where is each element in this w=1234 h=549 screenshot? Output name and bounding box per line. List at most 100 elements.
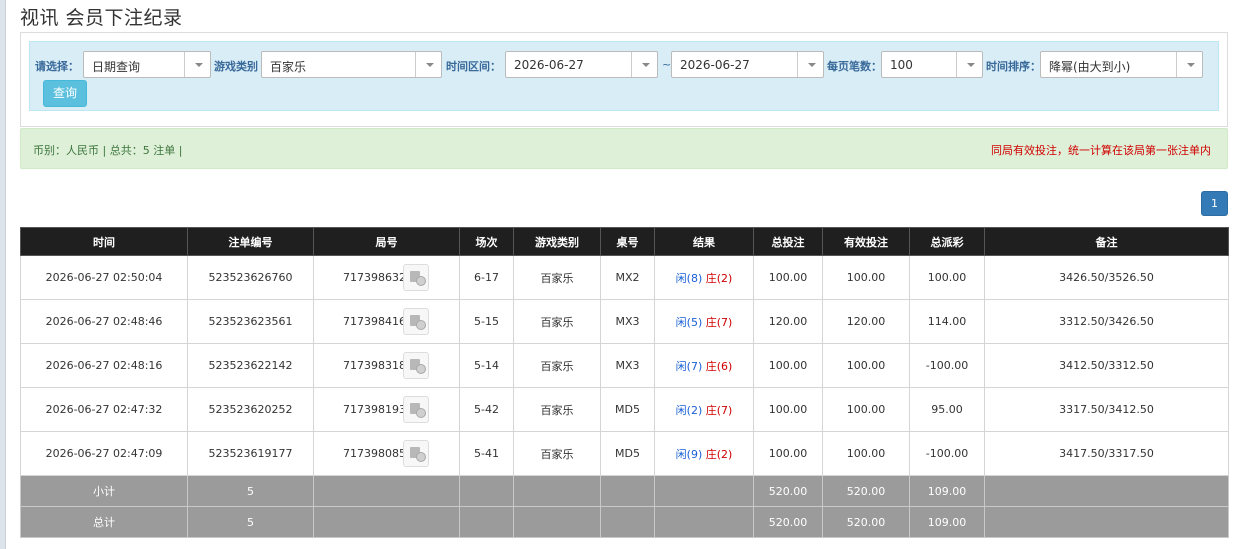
game-type: 百家乐 bbox=[513, 387, 601, 432]
round-cell: 717398318 bbox=[313, 343, 460, 388]
per-page-value: 100 bbox=[890, 58, 913, 72]
subtotal-count: 5 bbox=[187, 475, 314, 507]
bet-time: 2026-06-27 02:50:04 bbox=[20, 255, 188, 300]
remark: 3426.50/3526.50 bbox=[984, 255, 1229, 300]
col-header: 结果 bbox=[654, 227, 754, 256]
remark: 3312.50/3426.50 bbox=[984, 299, 1229, 344]
payout: -100.00 bbox=[909, 343, 985, 388]
result-player: 闲(7) bbox=[675, 359, 703, 373]
video-replay-icon[interactable] bbox=[403, 352, 429, 379]
result-banker: 庄(2) bbox=[705, 447, 733, 461]
subtotal-row: 小计 5 520.00 520.00 109.00 bbox=[20, 475, 1229, 507]
date-from-value: 2026-06-27 bbox=[514, 58, 584, 72]
bet-id: 523523623561 bbox=[187, 299, 314, 344]
result-banker: 庄(6) bbox=[705, 359, 733, 373]
round-number: 717398085 bbox=[343, 447, 406, 460]
col-header: 总派彩 bbox=[909, 227, 985, 256]
game-type-select[interactable]: 百家乐 bbox=[261, 51, 442, 78]
query-mode-select[interactable]: 日期查询 bbox=[83, 51, 211, 78]
subtotal-label: 小计 bbox=[20, 475, 188, 507]
table-row: 2026-06-27 02:48:46 523523623561 717398416… bbox=[20, 299, 1229, 344]
game-type-value: 百家乐 bbox=[270, 60, 307, 74]
result: 闲(9) 庄(2) bbox=[654, 431, 754, 476]
round-cell: 717398193 bbox=[313, 387, 460, 432]
grandtotal-valid-bet: 520.00 bbox=[822, 506, 910, 538]
table-number: MD5 bbox=[600, 431, 655, 476]
remark: 3317.50/3412.50 bbox=[984, 387, 1229, 432]
session: 5-14 bbox=[459, 343, 514, 388]
col-header: 局号 bbox=[313, 227, 460, 256]
payout: 95.00 bbox=[909, 387, 985, 432]
col-header: 游戏类别 bbox=[513, 227, 601, 256]
game-type: 百家乐 bbox=[513, 299, 601, 344]
session: 5-42 bbox=[459, 387, 514, 432]
result-player: 闲(2) bbox=[675, 403, 703, 417]
left-frame-strip bbox=[0, 0, 6, 549]
col-header: 场次 bbox=[459, 227, 514, 256]
payout: -100.00 bbox=[909, 431, 985, 476]
per-page-select[interactable]: 100 bbox=[881, 51, 983, 78]
round-number: 717398416 bbox=[343, 315, 406, 328]
bet-id: 523523620252 bbox=[187, 387, 314, 432]
filter-panel: 请选择： 日期查询 游戏类别 百家乐 时间区间： 2026-06-27 ~ 20… bbox=[20, 32, 1228, 127]
col-header: 桌号 bbox=[600, 227, 655, 256]
col-header: 备注 bbox=[984, 227, 1229, 256]
page-title: 视讯 会员下注纪录 bbox=[20, 7, 183, 29]
round-number: 717398318 bbox=[343, 359, 406, 372]
query-button[interactable]: 查询 bbox=[43, 80, 87, 107]
select-label: 请选择： bbox=[35, 60, 79, 73]
game-type: 百家乐 bbox=[513, 255, 601, 300]
video-replay-icon[interactable] bbox=[403, 440, 429, 467]
result: 闲(7) 庄(6) bbox=[654, 343, 754, 388]
bet-id: 523523619177 bbox=[187, 431, 314, 476]
session: 6-17 bbox=[459, 255, 514, 300]
table-row: 2026-06-27 02:47:32 523523620252 717398193… bbox=[20, 387, 1229, 432]
pagination-page-1[interactable]: 1 bbox=[1201, 191, 1228, 216]
valid-bet-notice: 同局有效投注，统一计算在该局第一张注单内 bbox=[991, 144, 1211, 157]
valid-bet: 100.00 bbox=[822, 387, 910, 432]
total-bet: 100.00 bbox=[753, 343, 823, 388]
date-from-select[interactable]: 2026-06-27 bbox=[505, 51, 658, 78]
round-number: 717398193 bbox=[343, 403, 406, 416]
payout: 100.00 bbox=[909, 255, 985, 300]
round-cell: 717398416 bbox=[313, 299, 460, 344]
subtotal-payout: 109.00 bbox=[909, 475, 985, 507]
game-type-label: 游戏类别 bbox=[214, 60, 258, 73]
chevron-down-icon bbox=[956, 52, 982, 77]
valid-bet: 120.00 bbox=[822, 299, 910, 344]
bet-id: 523523626760 bbox=[187, 255, 314, 300]
round-cell: 717398085 bbox=[313, 431, 460, 476]
result-player: 闲(9) bbox=[675, 447, 703, 461]
currency-summary: 币别：人民币 | 总共：5 注单 | bbox=[33, 144, 183, 157]
chevron-down-icon bbox=[1176, 52, 1202, 77]
round-number: 717398632 bbox=[343, 271, 406, 284]
game-type: 百家乐 bbox=[513, 431, 601, 476]
date-to-value: 2026-06-27 bbox=[680, 58, 750, 72]
video-replay-icon[interactable] bbox=[403, 308, 429, 335]
total-bet: 100.00 bbox=[753, 387, 823, 432]
valid-bet: 100.00 bbox=[822, 343, 910, 388]
grandtotal-label: 总计 bbox=[20, 506, 188, 538]
total-bet: 100.00 bbox=[753, 255, 823, 300]
grandtotal-row: 总计 5 520.00 520.00 109.00 bbox=[20, 506, 1229, 538]
bet-id: 523523622142 bbox=[187, 343, 314, 388]
query-mode-value: 日期查询 bbox=[92, 60, 141, 74]
video-replay-icon[interactable] bbox=[403, 396, 429, 423]
sort-label: 时间排序： bbox=[986, 60, 1041, 73]
subtotal-total-bet: 520.00 bbox=[753, 475, 823, 507]
grandtotal-count: 5 bbox=[187, 506, 314, 538]
bet-time: 2026-06-27 02:48:16 bbox=[20, 343, 188, 388]
table-number: MX2 bbox=[600, 255, 655, 300]
result: 闲(8) 庄(2) bbox=[654, 255, 754, 300]
date-to-select[interactable]: 2026-06-27 bbox=[671, 51, 824, 78]
time-range-label: 时间区间： bbox=[446, 60, 501, 73]
game-type: 百家乐 bbox=[513, 343, 601, 388]
video-replay-icon[interactable] bbox=[403, 264, 429, 291]
round-cell: 717398632 bbox=[313, 255, 460, 300]
chevron-down-icon bbox=[631, 52, 657, 77]
per-page-label: 每页笔数： bbox=[827, 60, 882, 73]
result-banker: 庄(2) bbox=[705, 271, 733, 285]
grandtotal-total-bet: 520.00 bbox=[753, 506, 823, 538]
sort-order-select[interactable]: 降幂(由大到小) bbox=[1040, 51, 1203, 78]
date-separator: ~ bbox=[662, 58, 672, 71]
